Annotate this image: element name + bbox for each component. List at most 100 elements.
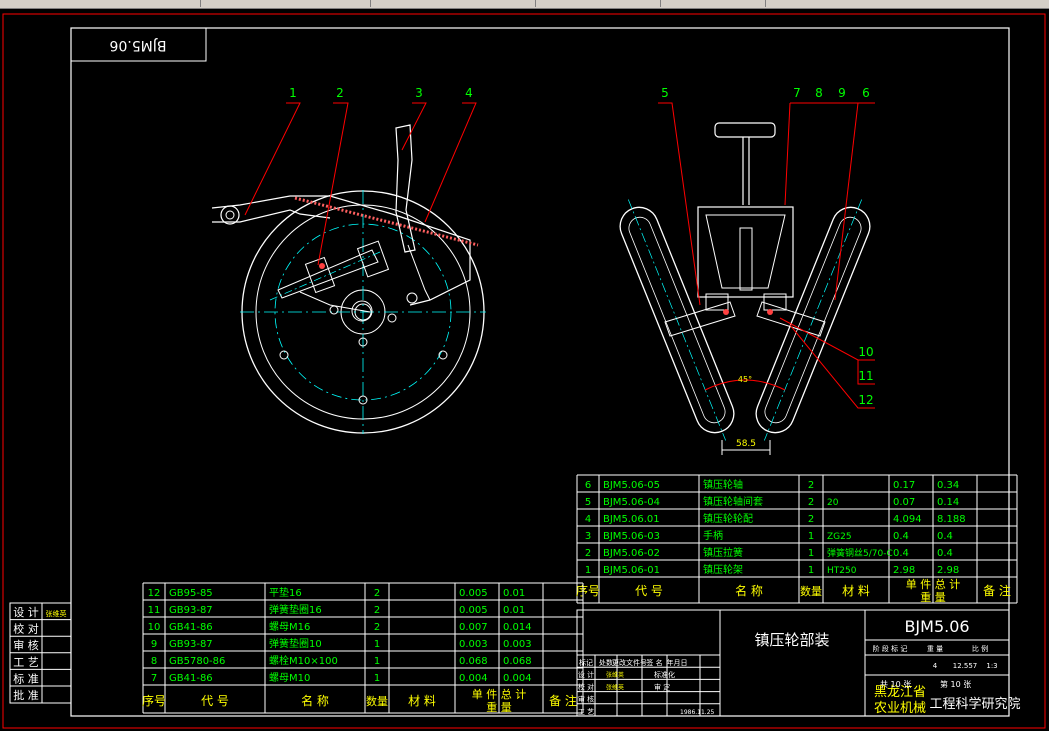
left-pin — [723, 309, 729, 315]
row-number: 1 — [585, 565, 591, 576]
row-code: BJM5.06-01 — [603, 565, 660, 576]
revision-header: 标记 — [579, 658, 593, 667]
row-total-weight: 8.188 — [937, 514, 966, 525]
title-row-role: 审 定 — [654, 682, 670, 691]
row-number: 6 — [585, 480, 591, 491]
row-qty: 1 — [374, 639, 380, 650]
item-marker-label: 4 — [465, 86, 473, 100]
front-leaders — [658, 102, 875, 409]
row-total-weight: 0.14 — [937, 497, 959, 508]
sheet-number: 第 10 张 — [940, 679, 971, 689]
item-marker-label: 9 — [838, 86, 846, 100]
row-number: 2 — [585, 548, 591, 559]
row-code: BJM5.06.01 — [603, 514, 660, 525]
drawing-number: BJM5.06 — [904, 617, 969, 636]
row-number: 9 — [151, 639, 157, 650]
title-block: 镇压轮部装 BJM5.06 黑龙江省 农业机械 工程科学研究院 标记 处数 更改文件… — [576, 609, 1021, 717]
link-arc — [407, 244, 431, 301]
center-web — [739, 227, 753, 291]
revision-header: 年月日 — [667, 658, 688, 667]
row-qty: 2 — [374, 605, 380, 616]
header-qty: 数量 — [366, 695, 388, 708]
row-total-weight: 0.014 — [503, 622, 532, 633]
row-total-weight: 0.01 — [503, 605, 525, 616]
row-qty: 1 — [374, 656, 380, 667]
item-marker-label: 1 — [289, 86, 297, 100]
paper-border — [2, 13, 1046, 729]
row-total-weight: 0.01 — [503, 588, 525, 599]
header-weight-bottom: 重 量 — [486, 700, 512, 714]
row-unit-weight: 0.07 — [893, 497, 915, 508]
header-no: 序号 — [576, 583, 600, 598]
row-name: 螺母M10 — [269, 672, 310, 684]
row-qty: 1 — [808, 565, 814, 576]
title-row-label: 工 艺 — [578, 708, 594, 716]
row-code: BJM5.06-02 — [603, 548, 660, 559]
right-wheel-centerline — [763, 199, 863, 441]
hatched-plate — [294, 196, 479, 247]
right-nut — [763, 293, 787, 311]
stage-header: 比 例 — [972, 644, 988, 653]
item-marker-label: 7 — [793, 86, 801, 100]
window-tab[interactable] — [660, 0, 766, 7]
angle-dimension: 45° — [738, 375, 752, 384]
row-name: 镇压拉簧 — [703, 546, 743, 559]
row-material: 弹簧钢丝5/70-C — [827, 547, 893, 559]
header-name: 名 称 — [301, 693, 329, 708]
window-tab[interactable] — [0, 0, 201, 7]
left-axle — [664, 301, 736, 337]
row-name: 镇压轮轴 — [703, 478, 743, 491]
org-line3: 工程科学研究院 — [929, 696, 1020, 712]
bolt-hole — [329, 305, 339, 315]
row-unit-weight: 0.4 — [893, 531, 909, 542]
center-bracket — [697, 206, 794, 298]
item-marker-label: 5 — [661, 86, 669, 100]
row-qty: 1 — [374, 673, 380, 684]
spring-pin — [319, 263, 325, 269]
row-number: 12 — [148, 588, 161, 599]
sign-label: 审 核 — [13, 638, 39, 652]
drawing-scale: 1:3 — [986, 662, 997, 670]
drawing-canvas[interactable]: BJM5.06 45° 58.5 1 2 3 4 5 7 8 9 6101112… — [0, 8, 1049, 731]
row-name: 螺母M16 — [269, 621, 310, 633]
revision-header: 更改文件号 — [612, 658, 647, 667]
assembly-weight: 12.557 — [953, 662, 978, 670]
right-pin — [767, 309, 773, 315]
row-code: GB41-86 — [169, 673, 213, 684]
row-unit-weight: 0.007 — [459, 622, 488, 633]
revision-header: 处数 — [599, 658, 613, 667]
row-number: 4 — [585, 514, 591, 525]
stage-header: 重 量 — [927, 645, 943, 653]
window-tab[interactable] — [370, 0, 536, 7]
item-marker-label: 12 — [858, 393, 873, 407]
row-qty: 2 — [808, 514, 814, 525]
window-tab[interactable] — [200, 0, 371, 7]
row-name: 镇压轮轮配 — [703, 512, 753, 525]
row-code: GB5780-86 — [169, 656, 225, 667]
header-weight-top: 单 件 总 计 — [906, 577, 961, 591]
stage-header: 阶 段 标 记 — [873, 644, 908, 653]
row-code: BJM5.06-05 — [603, 480, 660, 491]
header-material: 材 料 — [408, 694, 436, 708]
side-leaders — [244, 102, 477, 266]
row-name: 平垫16 — [269, 586, 302, 599]
item-marker-label: 11 — [858, 369, 873, 383]
header-code: 代 号 — [201, 694, 229, 708]
header-name: 名 称 — [735, 583, 763, 598]
row-unit-weight: 0.005 — [459, 605, 488, 616]
sign-label: 设 计 — [13, 606, 39, 619]
row-qty: 1 — [808, 548, 814, 559]
right-axle — [756, 301, 826, 337]
frame-arm-lower — [212, 209, 331, 223]
header-material: 材 料 — [842, 584, 870, 598]
row-number: 3 — [585, 531, 591, 542]
side-view — [211, 124, 486, 434]
header-qty: 数量 — [800, 585, 822, 598]
stage-mark: 4 — [933, 662, 938, 670]
window-tab[interactable] — [535, 0, 661, 7]
row-total-weight: 0.4 — [937, 548, 953, 559]
left-wheel-centerline — [627, 199, 727, 441]
header-code: 代 号 — [635, 584, 663, 598]
header-weight-bottom: 重 量 — [920, 590, 946, 604]
row-total-weight: 0.4 — [937, 531, 953, 542]
